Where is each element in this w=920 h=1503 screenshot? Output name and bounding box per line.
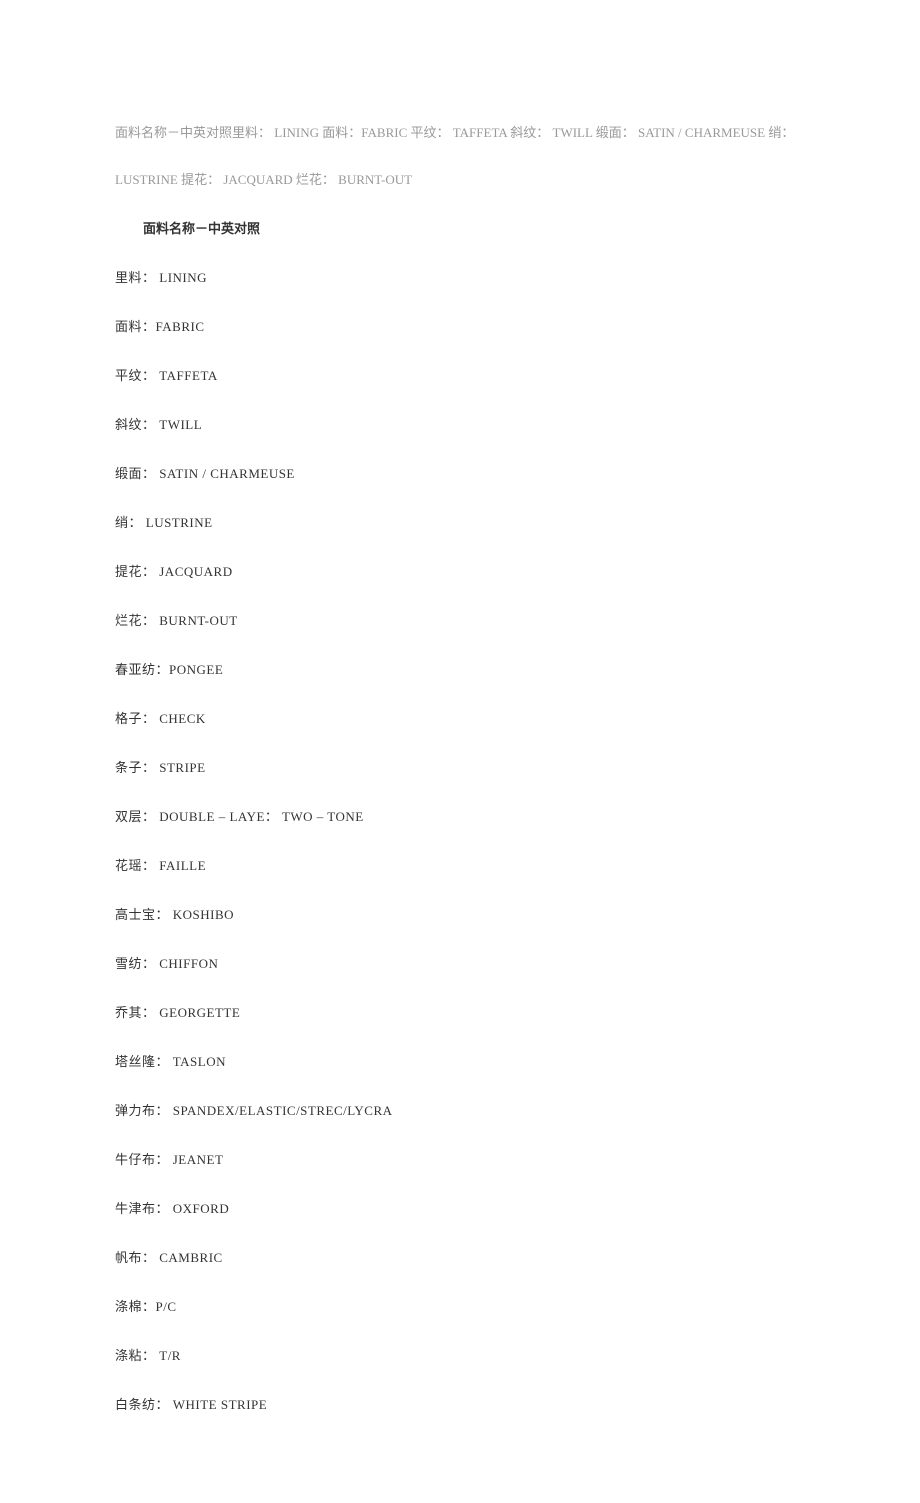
list-item: 涤棉：P/C <box>115 1296 805 1315</box>
list-item: 花瑶： FAILLE <box>115 855 805 874</box>
list-item: 帆布： CAMBRIC <box>115 1247 805 1266</box>
list-item: 白条纺： WHITE STRIPE <box>115 1394 805 1413</box>
list-item: 平纹： TAFFETA <box>115 365 805 384</box>
list-item: 雪纺： CHIFFON <box>115 953 805 972</box>
list-item: 里料： LINING <box>115 267 805 286</box>
list-item: 春亚纺：PONGEE <box>115 659 805 678</box>
list-item: 格子： CHECK <box>115 708 805 727</box>
list-item: 烂花： BURNT-OUT <box>115 610 805 629</box>
list-item: 塔丝隆： TASLON <box>115 1051 805 1070</box>
list-item: 提花： JACQUARD <box>115 561 805 580</box>
list-item: 双层： DOUBLE – LAYE： TWO – TONE <box>115 806 805 825</box>
list-item: 斜纹： TWILL <box>115 414 805 433</box>
summary-text: 面料名称－中英对照里料： LINING 面料：FABRIC 平纹： TAFFET… <box>115 110 805 204</box>
list-item: 缎面： SATIN / CHARMEUSE <box>115 463 805 482</box>
list-item: 绡： LUSTRINE <box>115 512 805 531</box>
list-item: 牛仔布： JEANET <box>115 1149 805 1168</box>
list-item: 条子： STRIPE <box>115 757 805 776</box>
document-title: 面料名称－中英对照 <box>115 218 805 237</box>
list-item: 弹力布： SPANDEX/ELASTIC/STREC/LYCRA <box>115 1100 805 1119</box>
document-page: 面料名称－中英对照里料： LINING 面料：FABRIC 平纹： TAFFET… <box>0 0 920 1503</box>
list-item: 高士宝： KOSHIBO <box>115 904 805 923</box>
list-item: 牛津布： OXFORD <box>115 1198 805 1217</box>
list-item: 乔其： GEORGETTE <box>115 1002 805 1021</box>
list-item: 面料：FABRIC <box>115 316 805 335</box>
list-item: 涤粘： T/R <box>115 1345 805 1364</box>
